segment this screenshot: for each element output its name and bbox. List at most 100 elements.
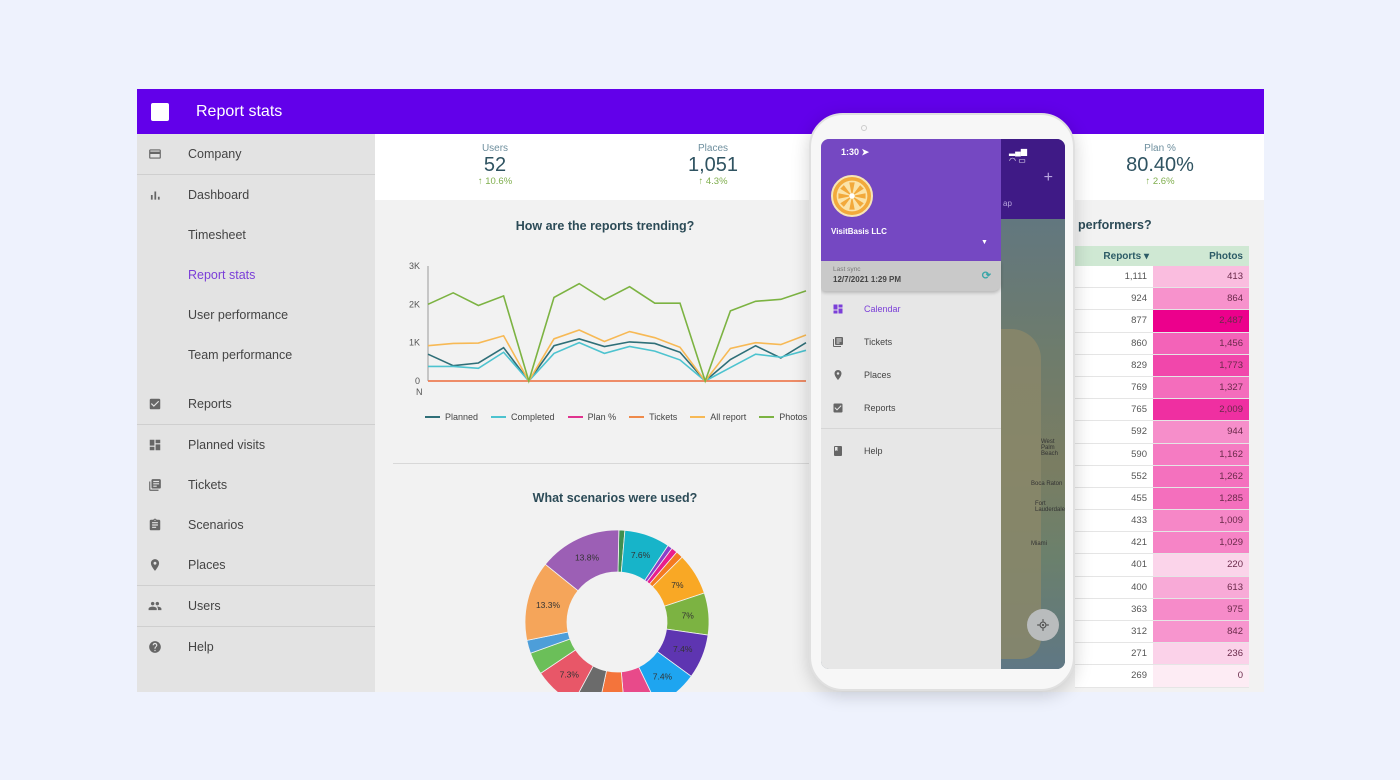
section-divider bbox=[393, 463, 813, 464]
performers-table: Reports ▾ Photos 1,111 413 924 864 877 2,487 8… bbox=[1075, 246, 1249, 688]
photos-cell: 1,162 bbox=[1153, 443, 1249, 465]
sidebar-item-reports[interactable]: Reports bbox=[137, 384, 375, 424]
table-row[interactable]: 269 0 bbox=[1075, 665, 1249, 688]
sidebar-item-label: Places bbox=[188, 558, 226, 572]
drawer-header: 1:30 ➤ ▂▄▆ ◠ ▭ VisitBasis LLC ▼ bbox=[821, 139, 1027, 261]
map-view[interactable]: + ap West Palm Beach Boca Raton Fort Lau… bbox=[1001, 139, 1065, 669]
reports-cell: 433 bbox=[1131, 515, 1147, 527]
account-dropdown-icon[interactable]: ▼ bbox=[981, 239, 988, 246]
table-row[interactable]: 455 1,285 bbox=[1075, 487, 1249, 511]
legend-swatch bbox=[629, 416, 645, 418]
reports-cell: 271 bbox=[1131, 648, 1147, 660]
table-row[interactable]: 421 1,029 bbox=[1075, 532, 1249, 555]
photos-cell: 220 bbox=[1153, 554, 1249, 576]
table-row[interactable]: 877 2,487 bbox=[1075, 310, 1249, 333]
legend-item[interactable]: Photos bbox=[759, 412, 807, 422]
drawer-item-places[interactable]: Places bbox=[821, 360, 1001, 390]
sidebar-item-help[interactable]: Help bbox=[137, 627, 375, 667]
phone-mockup: + ap West Palm Beach Boca Raton Fort Lau… bbox=[809, 113, 1075, 691]
legend-label: Completed bbox=[511, 412, 555, 422]
drawer-item-label: Help bbox=[864, 446, 883, 456]
legend-item[interactable]: Completed bbox=[491, 412, 555, 422]
reports-cell: 269 bbox=[1131, 670, 1147, 682]
map-label: West Palm Beach bbox=[1041, 439, 1059, 457]
add-icon[interactable]: + bbox=[1044, 169, 1053, 187]
map-label: Boca Raton bbox=[1031, 481, 1063, 487]
photos-cell: 0 bbox=[1153, 665, 1249, 687]
table-row[interactable]: 1,111 413 bbox=[1075, 266, 1249, 289]
sync-label: Last sync bbox=[833, 266, 861, 273]
reports-cell: 455 bbox=[1131, 492, 1147, 504]
app-logo-icon[interactable] bbox=[151, 102, 169, 121]
donut-slice-label: 13.8% bbox=[575, 553, 600, 563]
photos-cell: 1,262 bbox=[1153, 465, 1249, 487]
reports-cell: 1,111 bbox=[1124, 271, 1147, 282]
sidebar-item-scenarios[interactable]: Scenarios bbox=[137, 505, 375, 545]
sidebar-item-timesheet[interactable]: Timesheet bbox=[137, 215, 375, 255]
checked-clipboard-icon bbox=[832, 402, 844, 414]
photos-cell: 1,773 bbox=[1153, 354, 1249, 376]
kpi-label: Plan % bbox=[1144, 143, 1176, 154]
kpi-delta: ↑ 2.6% bbox=[1145, 176, 1175, 187]
table-row[interactable]: 860 1,456 bbox=[1075, 332, 1249, 355]
map-land bbox=[1001, 329, 1041, 659]
sidebar-item-company[interactable]: Company bbox=[137, 134, 375, 174]
drawer-item-calendar[interactable]: Calendar bbox=[821, 294, 1001, 324]
app-window: Report stats Company Dashboard Timesheet… bbox=[137, 89, 1264, 692]
sidebar-item-label: Report stats bbox=[188, 268, 256, 282]
sidebar-item-label: User performance bbox=[188, 308, 289, 322]
legend-item[interactable]: Plan % bbox=[567, 412, 616, 422]
table-row[interactable]: 590 1,162 bbox=[1075, 443, 1249, 466]
table-row[interactable]: 592 944 bbox=[1075, 421, 1249, 444]
sidebar-item-dashboard[interactable]: Dashboard bbox=[137, 175, 375, 215]
legend-swatch bbox=[491, 416, 507, 418]
photos-cell: 2,009 bbox=[1153, 399, 1249, 421]
column-header-photos[interactable]: Photos bbox=[1153, 251, 1249, 262]
table-row[interactable]: 769 1,327 bbox=[1075, 376, 1249, 400]
table-row[interactable]: 271 236 bbox=[1075, 643, 1249, 666]
table-row[interactable]: 401 220 bbox=[1075, 554, 1249, 577]
sidebar-item-planned-visits[interactable]: Planned visits bbox=[137, 425, 375, 465]
sidebar-item-label: Dashboard bbox=[188, 188, 250, 202]
table-row[interactable]: 829 1,773 bbox=[1075, 354, 1249, 377]
sidebar-item-users[interactable]: Users bbox=[137, 586, 375, 626]
table-row[interactable]: 765 2,009 bbox=[1075, 399, 1249, 422]
reports-cell: 552 bbox=[1131, 470, 1147, 482]
table-row[interactable]: 552 1,262 bbox=[1075, 465, 1249, 488]
sidebar-item-report-stats[interactable]: Report stats bbox=[137, 255, 375, 295]
table-row[interactable]: 400 613 bbox=[1075, 576, 1249, 599]
kpi-plan-percent: Plan % 80.40% ↑ 2.6% bbox=[1100, 143, 1220, 187]
kpi-users: Users 52 ↑ 10.6% bbox=[435, 143, 555, 187]
legend-item[interactable]: All report bbox=[690, 412, 746, 422]
drawer-item-help[interactable]: Help bbox=[821, 436, 1001, 466]
org-name: VisitBasis LLC bbox=[831, 227, 887, 236]
drawer-item-tickets[interactable]: Tickets bbox=[821, 327, 1001, 357]
table-row[interactable]: 433 1,009 bbox=[1075, 510, 1249, 533]
sidebar-item-label: Users bbox=[188, 599, 221, 613]
refresh-icon[interactable]: ⟳ bbox=[982, 269, 991, 282]
navigation-drawer: 1:30 ➤ ▂▄▆ ◠ ▭ VisitBasis LLC ▼ Last syn… bbox=[821, 139, 1027, 669]
sidebar-item-places[interactable]: Places bbox=[137, 545, 375, 585]
table-row[interactable]: 924 864 bbox=[1075, 288, 1249, 311]
status-icons: ▂▄▆ ◠ ▭ bbox=[1009, 147, 1027, 165]
sidebar-item-tickets[interactable]: Tickets bbox=[137, 465, 375, 505]
drawer-divider bbox=[821, 428, 1001, 429]
legend-item[interactable]: Planned bbox=[425, 412, 478, 422]
my-location-button[interactable] bbox=[1027, 609, 1059, 641]
org-logo-icon bbox=[831, 175, 873, 217]
sidebar-item-label: Help bbox=[188, 640, 214, 654]
map-label: Fort Lauderdale bbox=[1035, 501, 1065, 513]
drawer-item-reports[interactable]: Reports bbox=[821, 393, 1001, 423]
sidebar-item-user-performance[interactable]: User performance bbox=[137, 295, 375, 335]
sidebar-item-team-performance[interactable]: Team performance bbox=[137, 335, 375, 375]
trend-line-chart: 0 1K 2K 3K N bbox=[409, 261, 807, 397]
legend-item[interactable]: Tickets bbox=[629, 412, 677, 422]
column-header-reports[interactable]: Reports ▾ bbox=[1075, 251, 1153, 262]
reports-cell: 401 bbox=[1131, 559, 1147, 571]
donut-slice-label: 7% bbox=[682, 611, 695, 621]
scenarios-donut-chart: 7.6% 7% 7% 7.4% 7.4% 7.3% 13.3% 13.8% bbox=[524, 529, 710, 692]
table-row[interactable]: 312 842 bbox=[1075, 621, 1249, 644]
table-row[interactable]: 363 975 bbox=[1075, 598, 1249, 621]
map-label: Miami bbox=[1031, 541, 1047, 547]
crosshair-icon bbox=[1037, 619, 1049, 631]
